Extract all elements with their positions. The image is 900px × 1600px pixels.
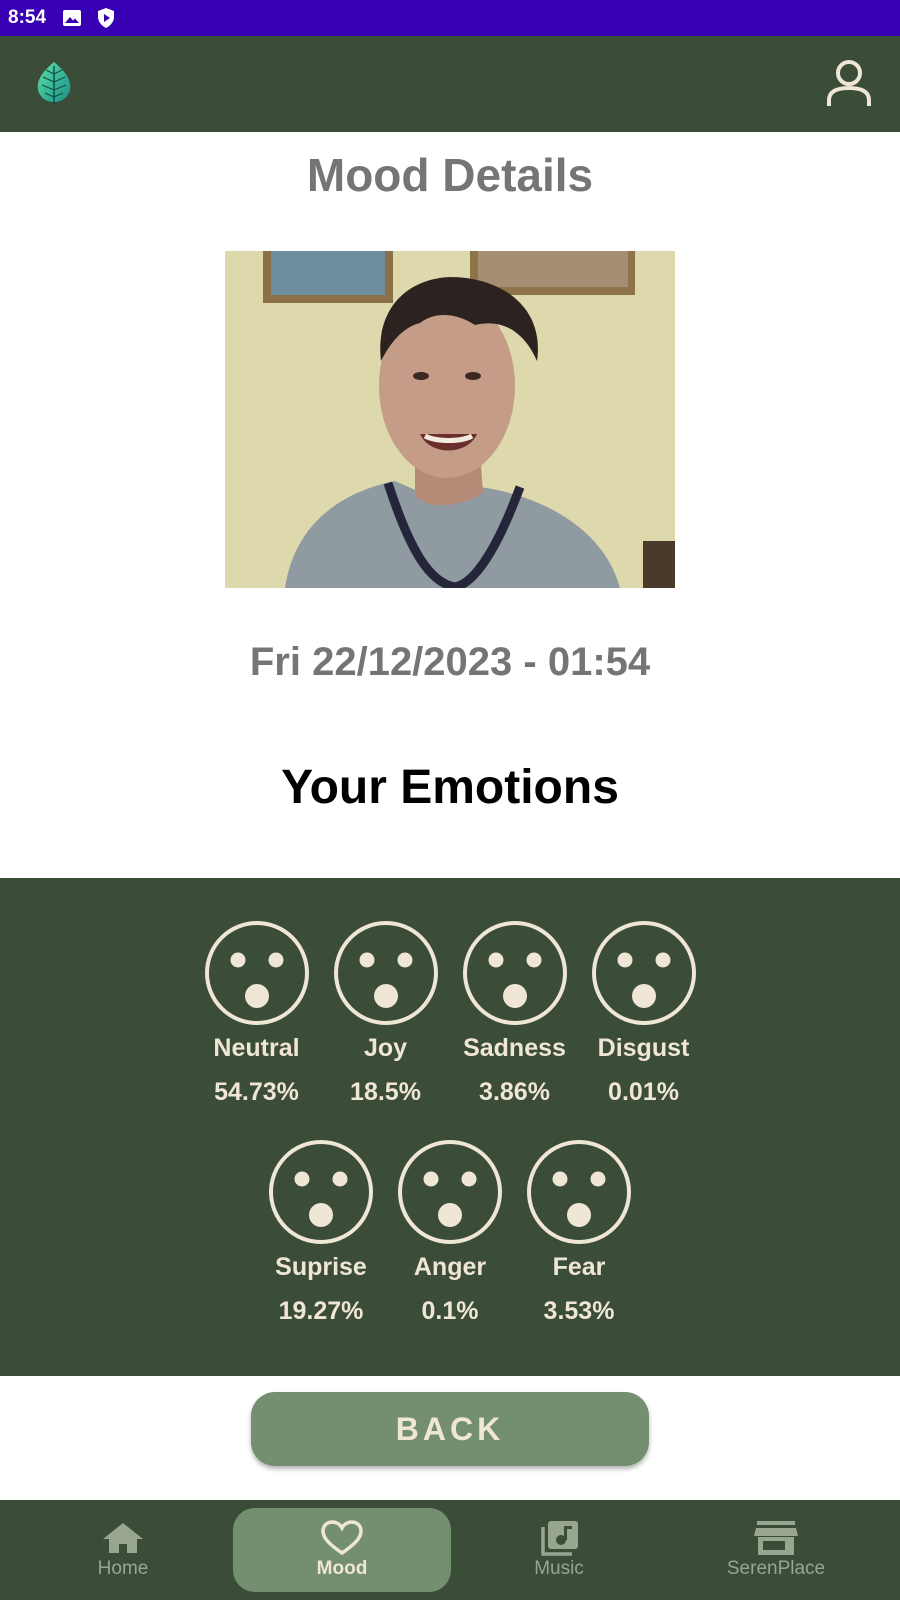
emotion-label: Joy [363,1034,408,1062]
shield-icon [96,7,116,29]
nav-mood-label: Mood [316,1558,368,1579]
emotion-value: 0.1% [421,1297,479,1325]
emotion-label: Disgust [597,1034,690,1062]
image-icon [62,8,82,28]
profile-icon[interactable] [824,58,874,110]
nav-serenplace-label: SerenPlace [726,1558,826,1579]
emotions-panel: Neutral 54.73% Joy 18.5% Sadness 3.86% D… [0,878,900,1376]
nav-serenplace[interactable]: SerenPlace [667,1508,885,1592]
emotion-joy: Joy 18.5% [333,920,438,1107]
music-library-icon [541,1521,578,1556]
surprised-face-icon [204,921,309,1025]
emotion-surprise: Suprise 19.27% [269,1139,373,1326]
surprised-face-icon [269,1140,373,1244]
emotion-label: Fear [552,1253,606,1281]
emotion-value: 0.01% [608,1078,679,1106]
back-button[interactable]: BACK [251,1392,649,1466]
surprised-face-icon [462,921,567,1025]
bottom-nav: Home Mood Music SerenPlace [0,1500,900,1600]
emotion-label: Suprise [275,1253,367,1281]
mood-photo [225,251,675,588]
emotion-neutral: Neutral 54.73% [204,920,309,1107]
surprised-face-icon [527,1140,631,1244]
surprised-face-icon [333,921,438,1025]
emotion-value: 3.86% [479,1078,550,1106]
surprised-face-icon [398,1140,502,1244]
nav-home[interactable]: Home [14,1508,232,1592]
emotions-heading: Your Emotions [281,761,619,814]
emotion-value: 54.73% [214,1078,299,1106]
surprised-face-icon [591,921,696,1025]
emotions-row: Neutral 54.73% Joy 18.5% Sadness 3.86% D… [0,920,900,1107]
status-bar: 8:54 [0,0,900,36]
home-icon [103,1523,143,1553]
emotion-anger: Anger 0.1% [398,1139,502,1326]
mood-date: Fri 22/12/2023 - 01:54 [249,640,651,684]
emotion-value: 3.53% [543,1297,615,1325]
nav-home-label: Home [97,1558,149,1579]
leaf-logo-icon [34,60,74,106]
app-bar [0,36,900,132]
emotion-value: 18.5% [350,1078,421,1106]
emotions-row: Suprise 19.27% Anger 0.1% Fear 3.53% [0,1139,900,1326]
emotion-label: Sadness [463,1034,566,1062]
nav-mood[interactable]: Mood [233,1508,451,1592]
emotion-fear: Fear 3.53% [527,1139,631,1326]
nav-music-label: Music [534,1558,584,1579]
page-title: Mood Details [306,149,594,201]
emotion-label: Neutral [213,1034,300,1062]
emotion-disgust: Disgust 0.01% [591,920,696,1107]
emotion-label: Anger [413,1253,487,1281]
nav-music[interactable]: Music [450,1508,668,1592]
emotion-sadness: Sadness 3.86% [462,920,567,1107]
emotion-value: 19.27% [278,1297,364,1325]
heart-icon [321,1520,363,1556]
store-icon [754,1521,798,1555]
status-time: 8:54 [8,7,47,28]
